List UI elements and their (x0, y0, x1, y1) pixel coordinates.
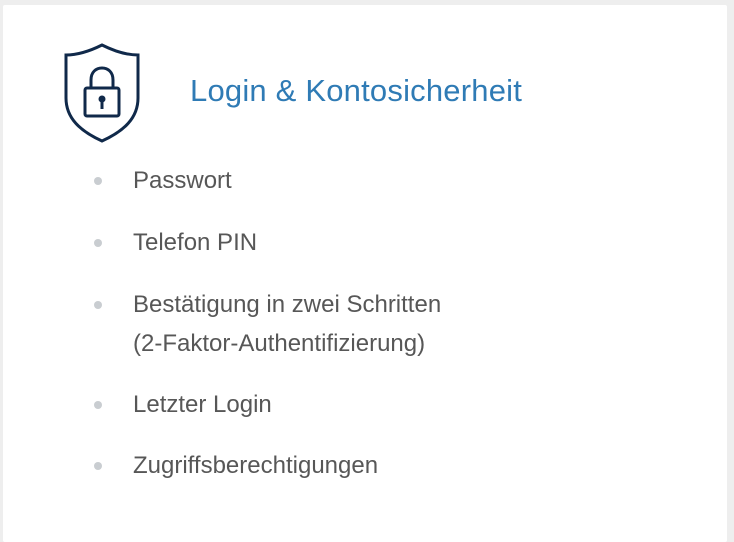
shield-lock-icon (64, 43, 140, 143)
list-item-zugriffsberechtigungen[interactable]: Zugriffsberechtigungen (93, 446, 379, 485)
item-label: Passwort (133, 167, 232, 194)
list-item-letzter-login[interactable]: Letzter Login (94, 385, 272, 424)
item-label: Letzter Login (133, 391, 272, 418)
list-item-telefon-pin[interactable]: Telefon PIN (93, 223, 258, 262)
item-label: Telefon PIN (133, 229, 258, 256)
list-item-passwort[interactable]: Passwort (94, 161, 232, 200)
item-sublabel: (2-Faktor-Authentifizierung) (133, 330, 426, 357)
item-label: Zugriffsberechtigungen (133, 452, 379, 479)
login-security-card[interactable]: Login & Kontosicherheit Passwort Telefon… (3, 5, 727, 542)
item-label: Bestätigung in zwei Schritten (133, 291, 442, 318)
section-title: Login & Kontosicherheit (190, 73, 523, 108)
list-item-zwei-schritte[interactable]: Bestätigung in zwei Schritten (2-Faktor-… (93, 285, 442, 363)
